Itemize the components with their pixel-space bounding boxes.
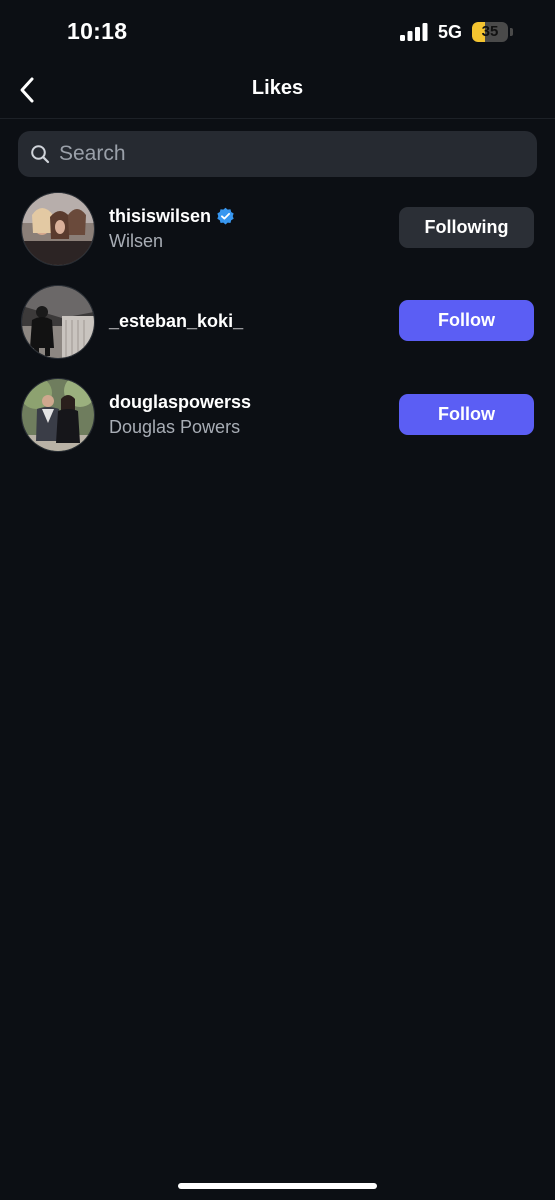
search-bar[interactable] [18,131,537,177]
avatar[interactable] [21,378,95,452]
network-type: 5G [438,22,463,42]
user-row[interactable]: thisiswilsen Wilsen Following [0,192,555,284]
following-button[interactable]: Following [399,207,534,248]
follow-button[interactable]: Follow [399,394,534,435]
search-icon [31,145,50,164]
home-indicator[interactable] [178,1183,377,1189]
username[interactable]: _esteban_koki_ [109,311,243,332]
search-input[interactable] [59,131,519,177]
nav-header: Likes [0,64,555,119]
avatar[interactable] [21,285,95,359]
username[interactable]: douglaspowerss [109,392,251,413]
username-line: _esteban_koki_ [109,311,243,332]
display-name: Douglas Powers [109,417,241,437]
user-row[interactable]: _esteban_koki_ Follow [0,285,555,377]
avatar-image [22,286,94,358]
avatar[interactable] [21,192,95,266]
username-line: thisiswilsen [109,206,235,227]
username[interactable]: thisiswilsen [109,206,211,227]
battery-tip [510,28,513,36]
display-name: Wilsen [109,231,164,251]
user-row[interactable]: douglaspowerss Douglas Powers Follow [0,378,555,470]
status-time: 10:18 [67,18,128,44]
avatar-image [22,379,94,451]
signal-icon [400,23,428,41]
username-line: douglaspowerss [109,392,251,413]
verified-badge-icon [217,207,234,225]
avatar-image [22,193,94,265]
battery-level: 35 [481,23,499,40]
status-bar: 10:18 5G 35 [0,0,555,64]
battery-icon: 35 [472,22,508,42]
page-title: Likes [251,77,304,99]
follow-button[interactable]: Follow [399,300,534,341]
